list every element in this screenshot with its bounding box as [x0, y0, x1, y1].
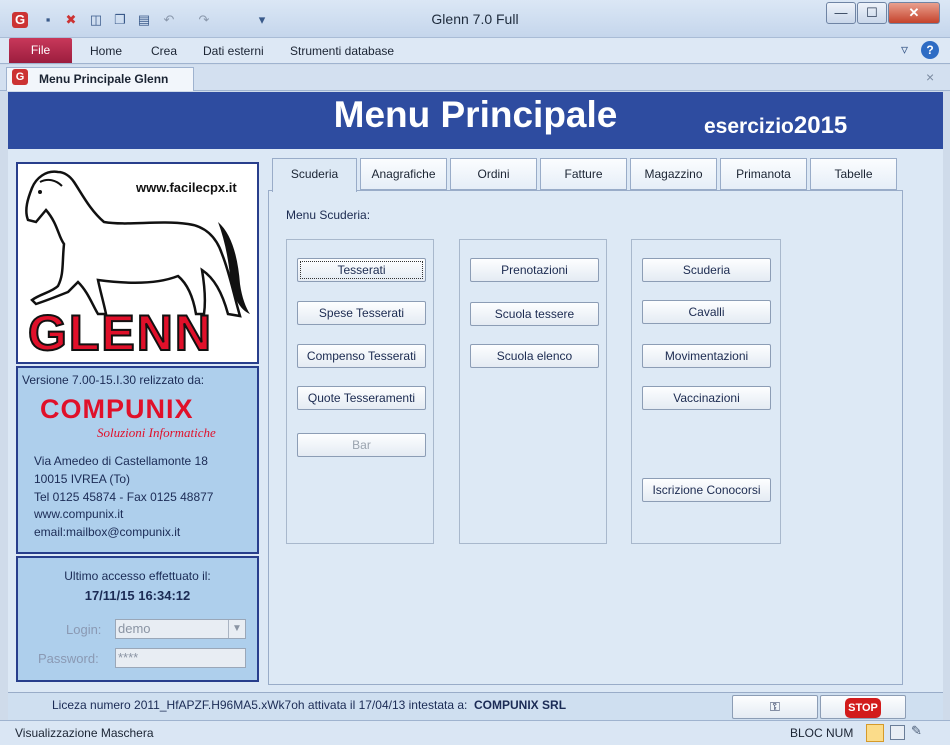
group-tesserati: Tesserati Spese Tesserati Compenso Tesse…	[286, 239, 434, 544]
iscrizione-concorsi-button[interactable]: Iscrizione Conocorsi	[642, 478, 771, 502]
tab-scuderia[interactable]: Scuderia	[272, 158, 357, 192]
file-tab[interactable]: File	[9, 38, 72, 63]
city-line: 10015 IVREA (To)	[34, 472, 131, 486]
minimize-button[interactable]: —	[826, 2, 856, 24]
stop-button[interactable]: STOP	[820, 695, 906, 719]
scuderia-button[interactable]: Scuderia	[642, 258, 771, 282]
close-button[interactable]: ✕	[888, 2, 940, 24]
company-info-panel: Versione 7.00-15.I.30 relizzato da: COMP…	[16, 366, 259, 554]
password-label: Password:	[38, 651, 99, 666]
version-text: Versione 7.00-15.I.30 relizzato da:	[22, 373, 205, 387]
chevron-down-icon[interactable]: ▼	[228, 620, 245, 638]
document-tab-bar: Menu Principale Glenn Full G ×	[0, 65, 950, 108]
license-info: Liceza numero 2011_HfAPZF.H96MA5.xWk7oh …	[52, 698, 468, 712]
vaccinazioni-button[interactable]: Vaccinazioni	[642, 386, 771, 410]
bar-button[interactable]: Bar	[297, 433, 426, 457]
esercizio-text: esercizio	[704, 115, 794, 138]
view-mode-text: Visualizzazione Maschera	[15, 726, 154, 740]
company-subtitle: Soluzioni Informatiche	[97, 425, 216, 440]
compenso-tesserati-button[interactable]: Compenso Tesserati	[297, 344, 426, 368]
stop-icon: STOP	[845, 698, 881, 718]
key-icon: ⚿	[770, 699, 780, 714]
quote-tesseramenti-button[interactable]: Quote Tesseramenti	[297, 386, 426, 410]
login-value: demo	[118, 621, 151, 636]
title-bar: G ▪ ✖ ◫ ❐ ▤ ↶ ↷ ▾ Glenn 7.0 Full — ☐ ✕	[0, 0, 950, 38]
website-line: www.compunix.it	[34, 507, 124, 521]
num-lock-indicator: BLOC NUM	[790, 726, 854, 740]
company-logo-text: COMPUNIX	[40, 394, 194, 424]
logo-panel: www.facilecpx.it GLENN	[16, 162, 259, 364]
license-owner: COMPUNIX SRL	[474, 698, 567, 712]
tab-primanota[interactable]: Primanota	[720, 158, 807, 190]
address-line: Via Amedeo di Castellamonte 18	[34, 454, 208, 468]
document-tab[interactable]: Menu Principale Glenn Full	[6, 67, 194, 108]
key-button[interactable]: ⚿	[732, 695, 818, 719]
last-access-label: Ultimo accesso effettuato il:	[64, 569, 211, 583]
password-field[interactable]: ****	[115, 648, 246, 668]
spese-tesserati-button[interactable]: Spese Tesserati	[297, 301, 426, 325]
prenotazioni-button[interactable]: Prenotazioni	[470, 258, 599, 282]
tab-anagrafiche[interactable]: Anagrafiche	[360, 158, 447, 190]
design-view-icon[interactable]: ✎	[911, 723, 922, 739]
login-label: Login:	[66, 622, 102, 637]
phone-line: Tel 0125 45874 - Fax 0125 48877	[34, 490, 214, 504]
tab-tabelle[interactable]: Tabelle	[810, 158, 897, 190]
ribbon-tab-crea[interactable]: Crea	[151, 44, 177, 58]
window-title: Glenn 7.0 Full	[431, 11, 519, 27]
esercizio-year: 2015	[793, 112, 848, 139]
scuola-tessere-button[interactable]: Scuola tessere	[470, 302, 599, 326]
tesserati-button[interactable]: Tesserati	[297, 258, 426, 282]
cavalli-button[interactable]: Cavalli	[642, 300, 771, 324]
menu-label: Menu Scuderia:	[286, 208, 371, 222]
login-panel: Ultimo accesso effettuato il: 17/11/15 1…	[16, 556, 259, 682]
tab-magazzino[interactable]: Magazzino	[630, 158, 717, 190]
status-bar: Visualizzazione Maschera BLOC NUM ✎	[0, 720, 950, 745]
group-prenotazioni: Prenotazioni Scuola tessere Scuola elenc…	[459, 239, 607, 544]
document-close-icon[interactable]: ×	[926, 69, 934, 85]
group-scuderia: Scuderia Cavalli Movimentazioni Vaccinaz…	[631, 239, 781, 544]
datasheet-view-icon[interactable]	[890, 725, 905, 740]
ribbon-tab-home[interactable]: Home	[90, 44, 122, 58]
tab-fatture[interactable]: Fatture	[540, 158, 627, 190]
tab-ordini[interactable]: Ordini	[450, 158, 537, 190]
maximize-button[interactable]: ☐	[857, 2, 887, 24]
glenn-logo-text: GLENN	[27, 304, 213, 362]
ribbon-tab-strumenti-database[interactable]: Strumenti database	[290, 44, 394, 58]
scuola-elenco-button[interactable]: Scuola elenco	[470, 344, 599, 368]
website-text: www.facilecpx.it	[136, 180, 237, 195]
ribbon: File Home Crea Dati esterni Strumenti da…	[0, 38, 950, 64]
ribbon-collapse-icon[interactable]: ▿	[901, 41, 908, 58]
ribbon-tab-dati-esterni[interactable]: Dati esterni	[203, 44, 264, 58]
help-icon[interactable]: ?	[921, 41, 939, 59]
form-icon: G	[12, 69, 28, 85]
email-line: email:mailbox@compunix.it	[34, 525, 181, 539]
page-header: Menu Principale esercizio2015	[8, 92, 943, 149]
login-select[interactable]: demo ▼	[115, 619, 246, 639]
esercizio-label: esercizio2015	[704, 112, 847, 140]
last-access-value: 17/11/15 16:34:12	[84, 588, 191, 603]
license-text: Liceza numero 2011_HfAPZF.H96MA5.xWk7oh …	[52, 698, 566, 712]
movimentazioni-button[interactable]: Movimentazioni	[642, 344, 771, 368]
license-bar: Liceza numero 2011_HfAPZF.H96MA5.xWk7oh …	[8, 692, 943, 720]
tab-content-area: Menu Scuderia: Tesserati Spese Tesserati…	[268, 190, 903, 685]
form-view-icon[interactable]	[866, 724, 884, 742]
